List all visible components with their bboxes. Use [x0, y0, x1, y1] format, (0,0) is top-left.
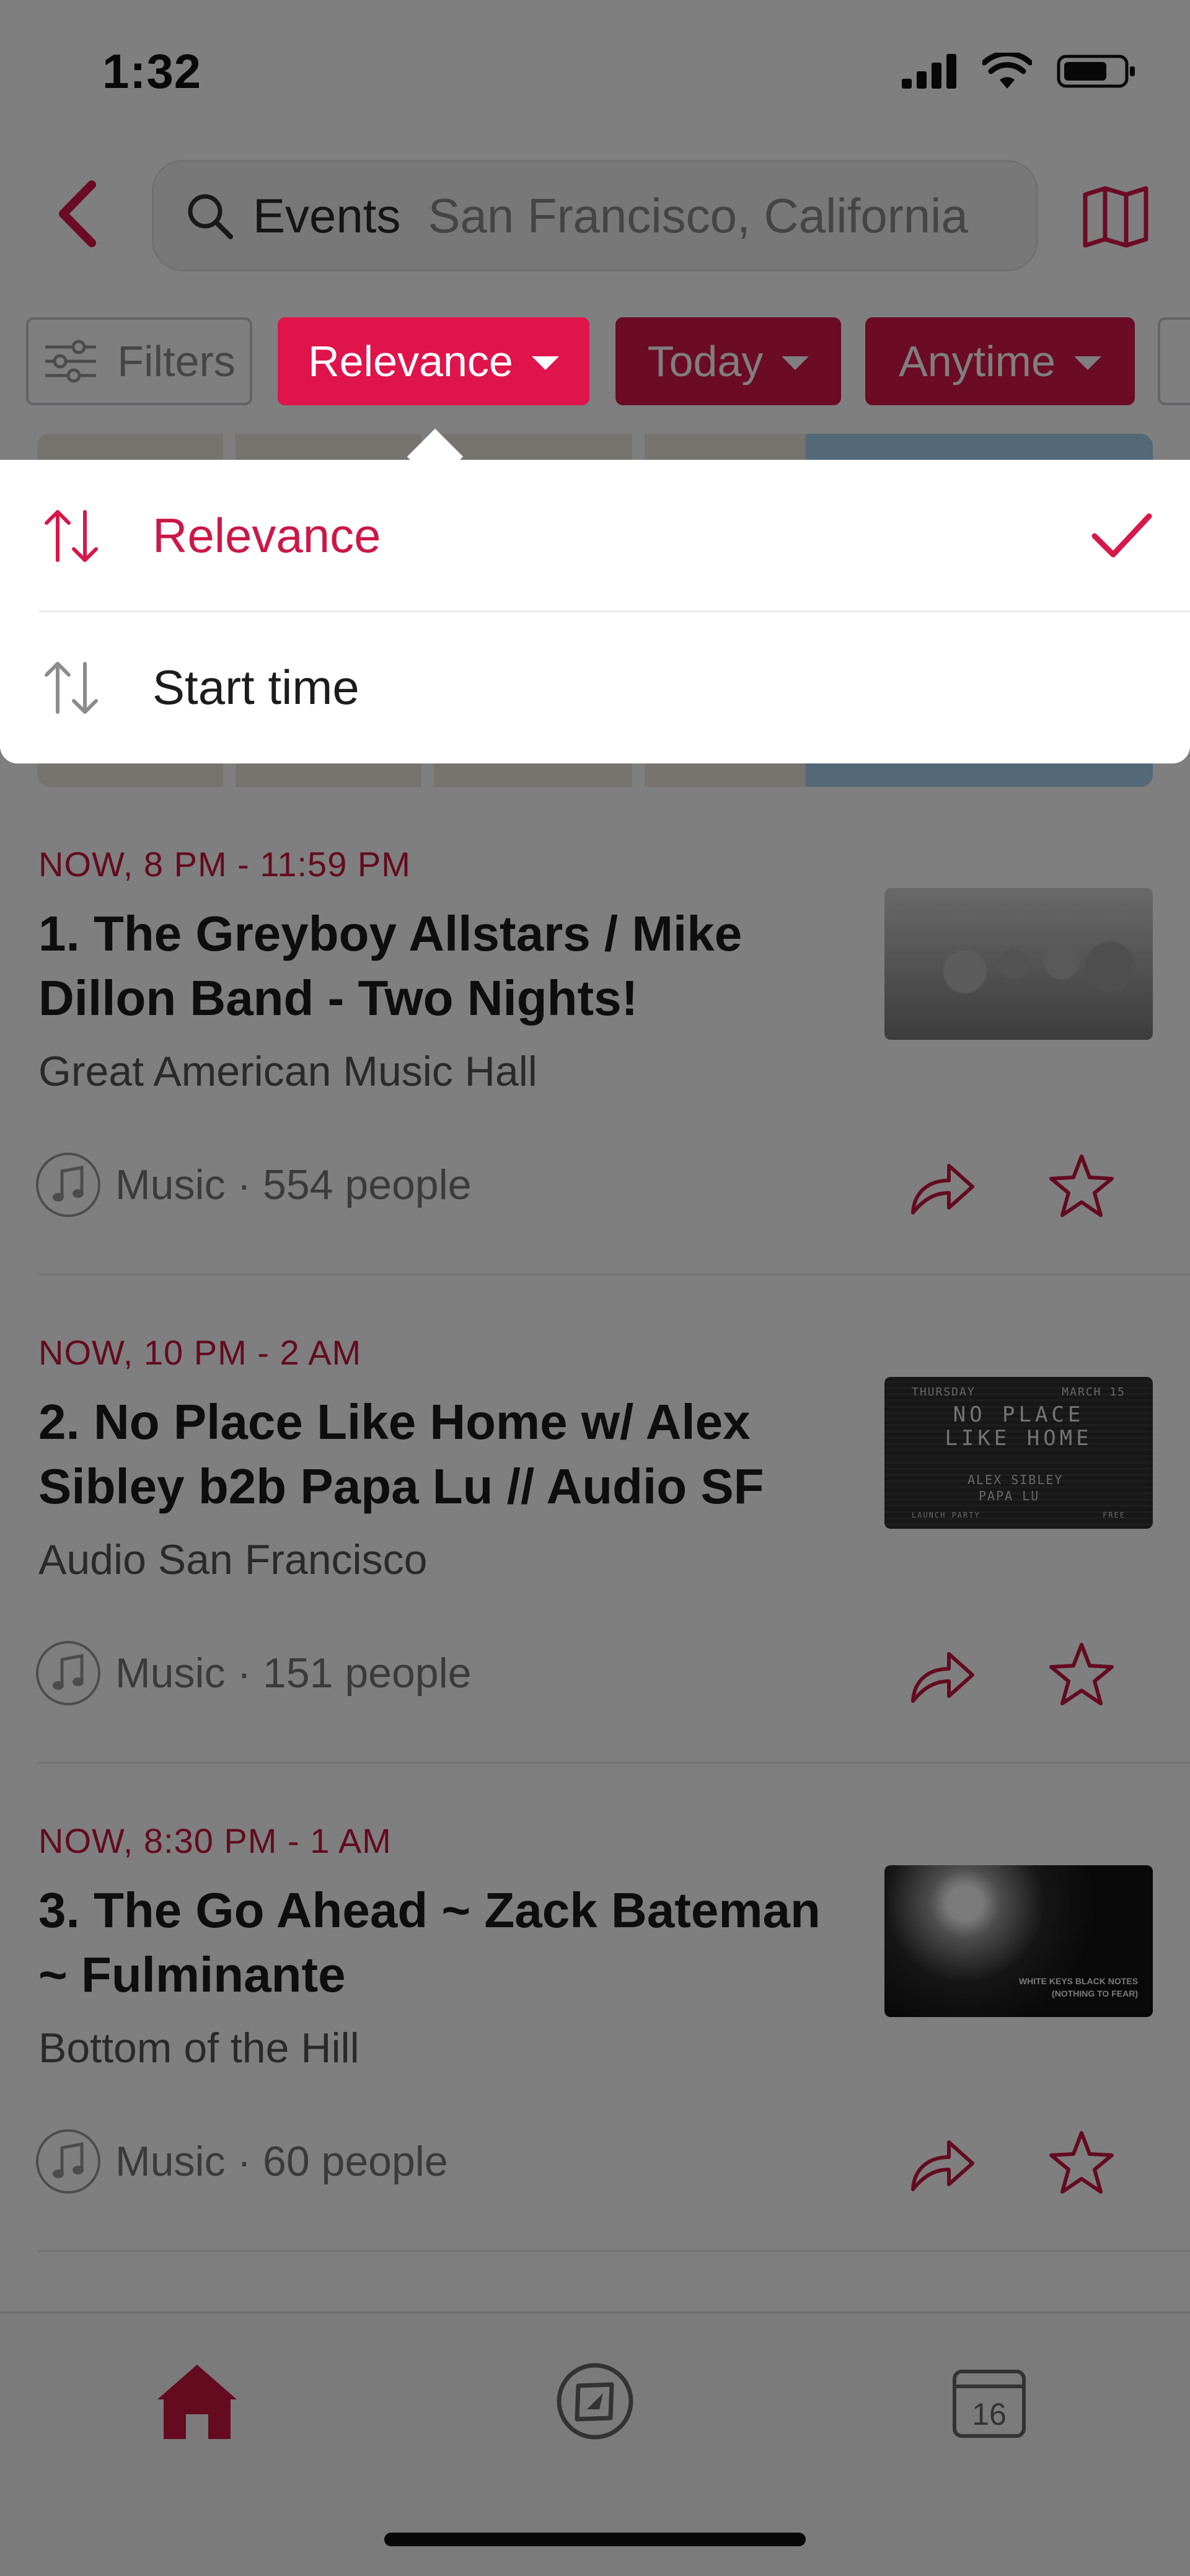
sort-option-label: Start time [152, 660, 359, 714]
sort-option-start-time[interactable]: Start time [0, 612, 1190, 763]
checkmark-icon [1082, 496, 1162, 576]
sort-chip-label: Relevance [308, 337, 513, 385]
dim-overlay[interactable] [0, 0, 1190, 2576]
sort-chip-active[interactable]: Relevance [278, 317, 589, 405]
chevron-down-icon [531, 356, 559, 370]
sort-icon [37, 654, 105, 722]
sort-option-label: Relevance [152, 508, 381, 563]
sort-icon [37, 502, 105, 570]
sort-option-relevance[interactable]: Relevance [0, 460, 1190, 612]
